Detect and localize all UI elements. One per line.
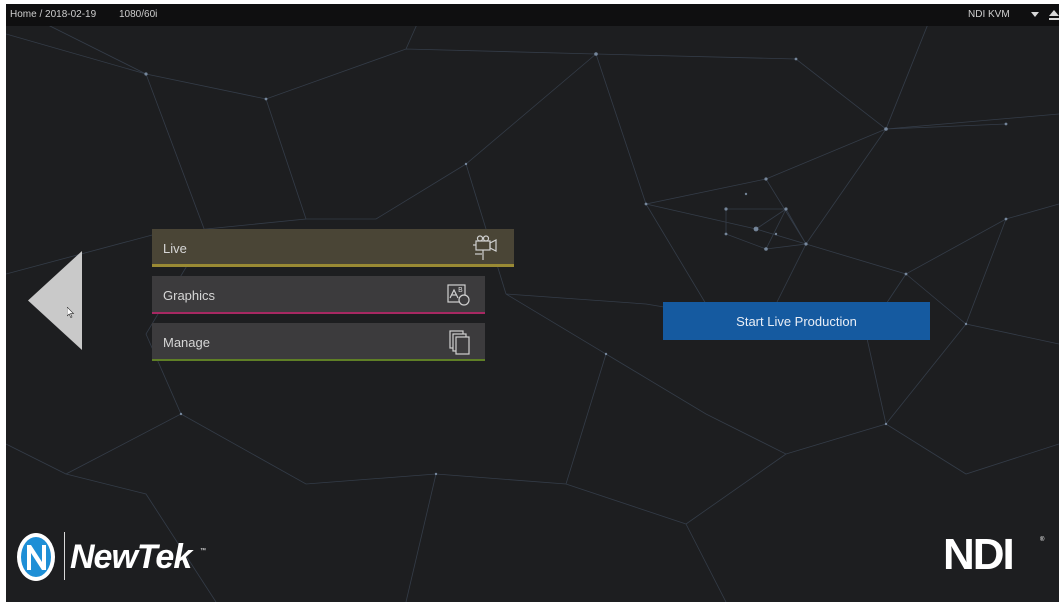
document-stack-icon <box>449 330 470 355</box>
menu-item-live[interactable]: Live <box>152 229 514 267</box>
top-status-bar: Home / 2018-02-19 1080/60i NDI KVM <box>6 4 1059 26</box>
video-camera-icon <box>473 235 497 260</box>
menu-item-manage[interactable]: Manage <box>152 323 485 361</box>
logo-divider <box>64 532 65 580</box>
newtek-logo: NewTek ™ <box>16 528 216 588</box>
menu-item-graphics[interactable]: Graphics B <box>152 276 485 314</box>
newtek-n-icon <box>17 533 55 581</box>
graphics-layers-icon: B <box>447 284 470 306</box>
svg-text:B: B <box>458 286 463 294</box>
menu-item-label: Live <box>163 241 187 256</box>
menu-item-label: Graphics <box>163 288 216 303</box>
ndi-logo: NDI <box>943 530 1015 579</box>
video-format-label: 1080/60i <box>119 9 158 20</box>
start-live-production-button[interactable]: Start Live Production <box>663 302 930 340</box>
ndi-kvm-label[interactable]: NDI KVM <box>968 9 1010 20</box>
mouse-pointer-icon <box>67 307 75 318</box>
chevron-down-icon[interactable] <box>1031 12 1039 17</box>
breadcrumb[interactable]: Home / 2018-02-19 <box>10 9 96 20</box>
newtek-wordmark: NewTek <box>70 538 192 576</box>
menu-item-label: Manage <box>163 335 210 350</box>
home-screen: Home / 2018-02-19 1080/60i NDI KVM Live <box>6 4 1059 602</box>
back-arrow-button[interactable] <box>28 251 82 350</box>
registered-symbol: ® <box>1040 537 1045 543</box>
trademark-symbol: ™ <box>200 548 206 554</box>
eject-icon[interactable] <box>1049 9 1059 21</box>
